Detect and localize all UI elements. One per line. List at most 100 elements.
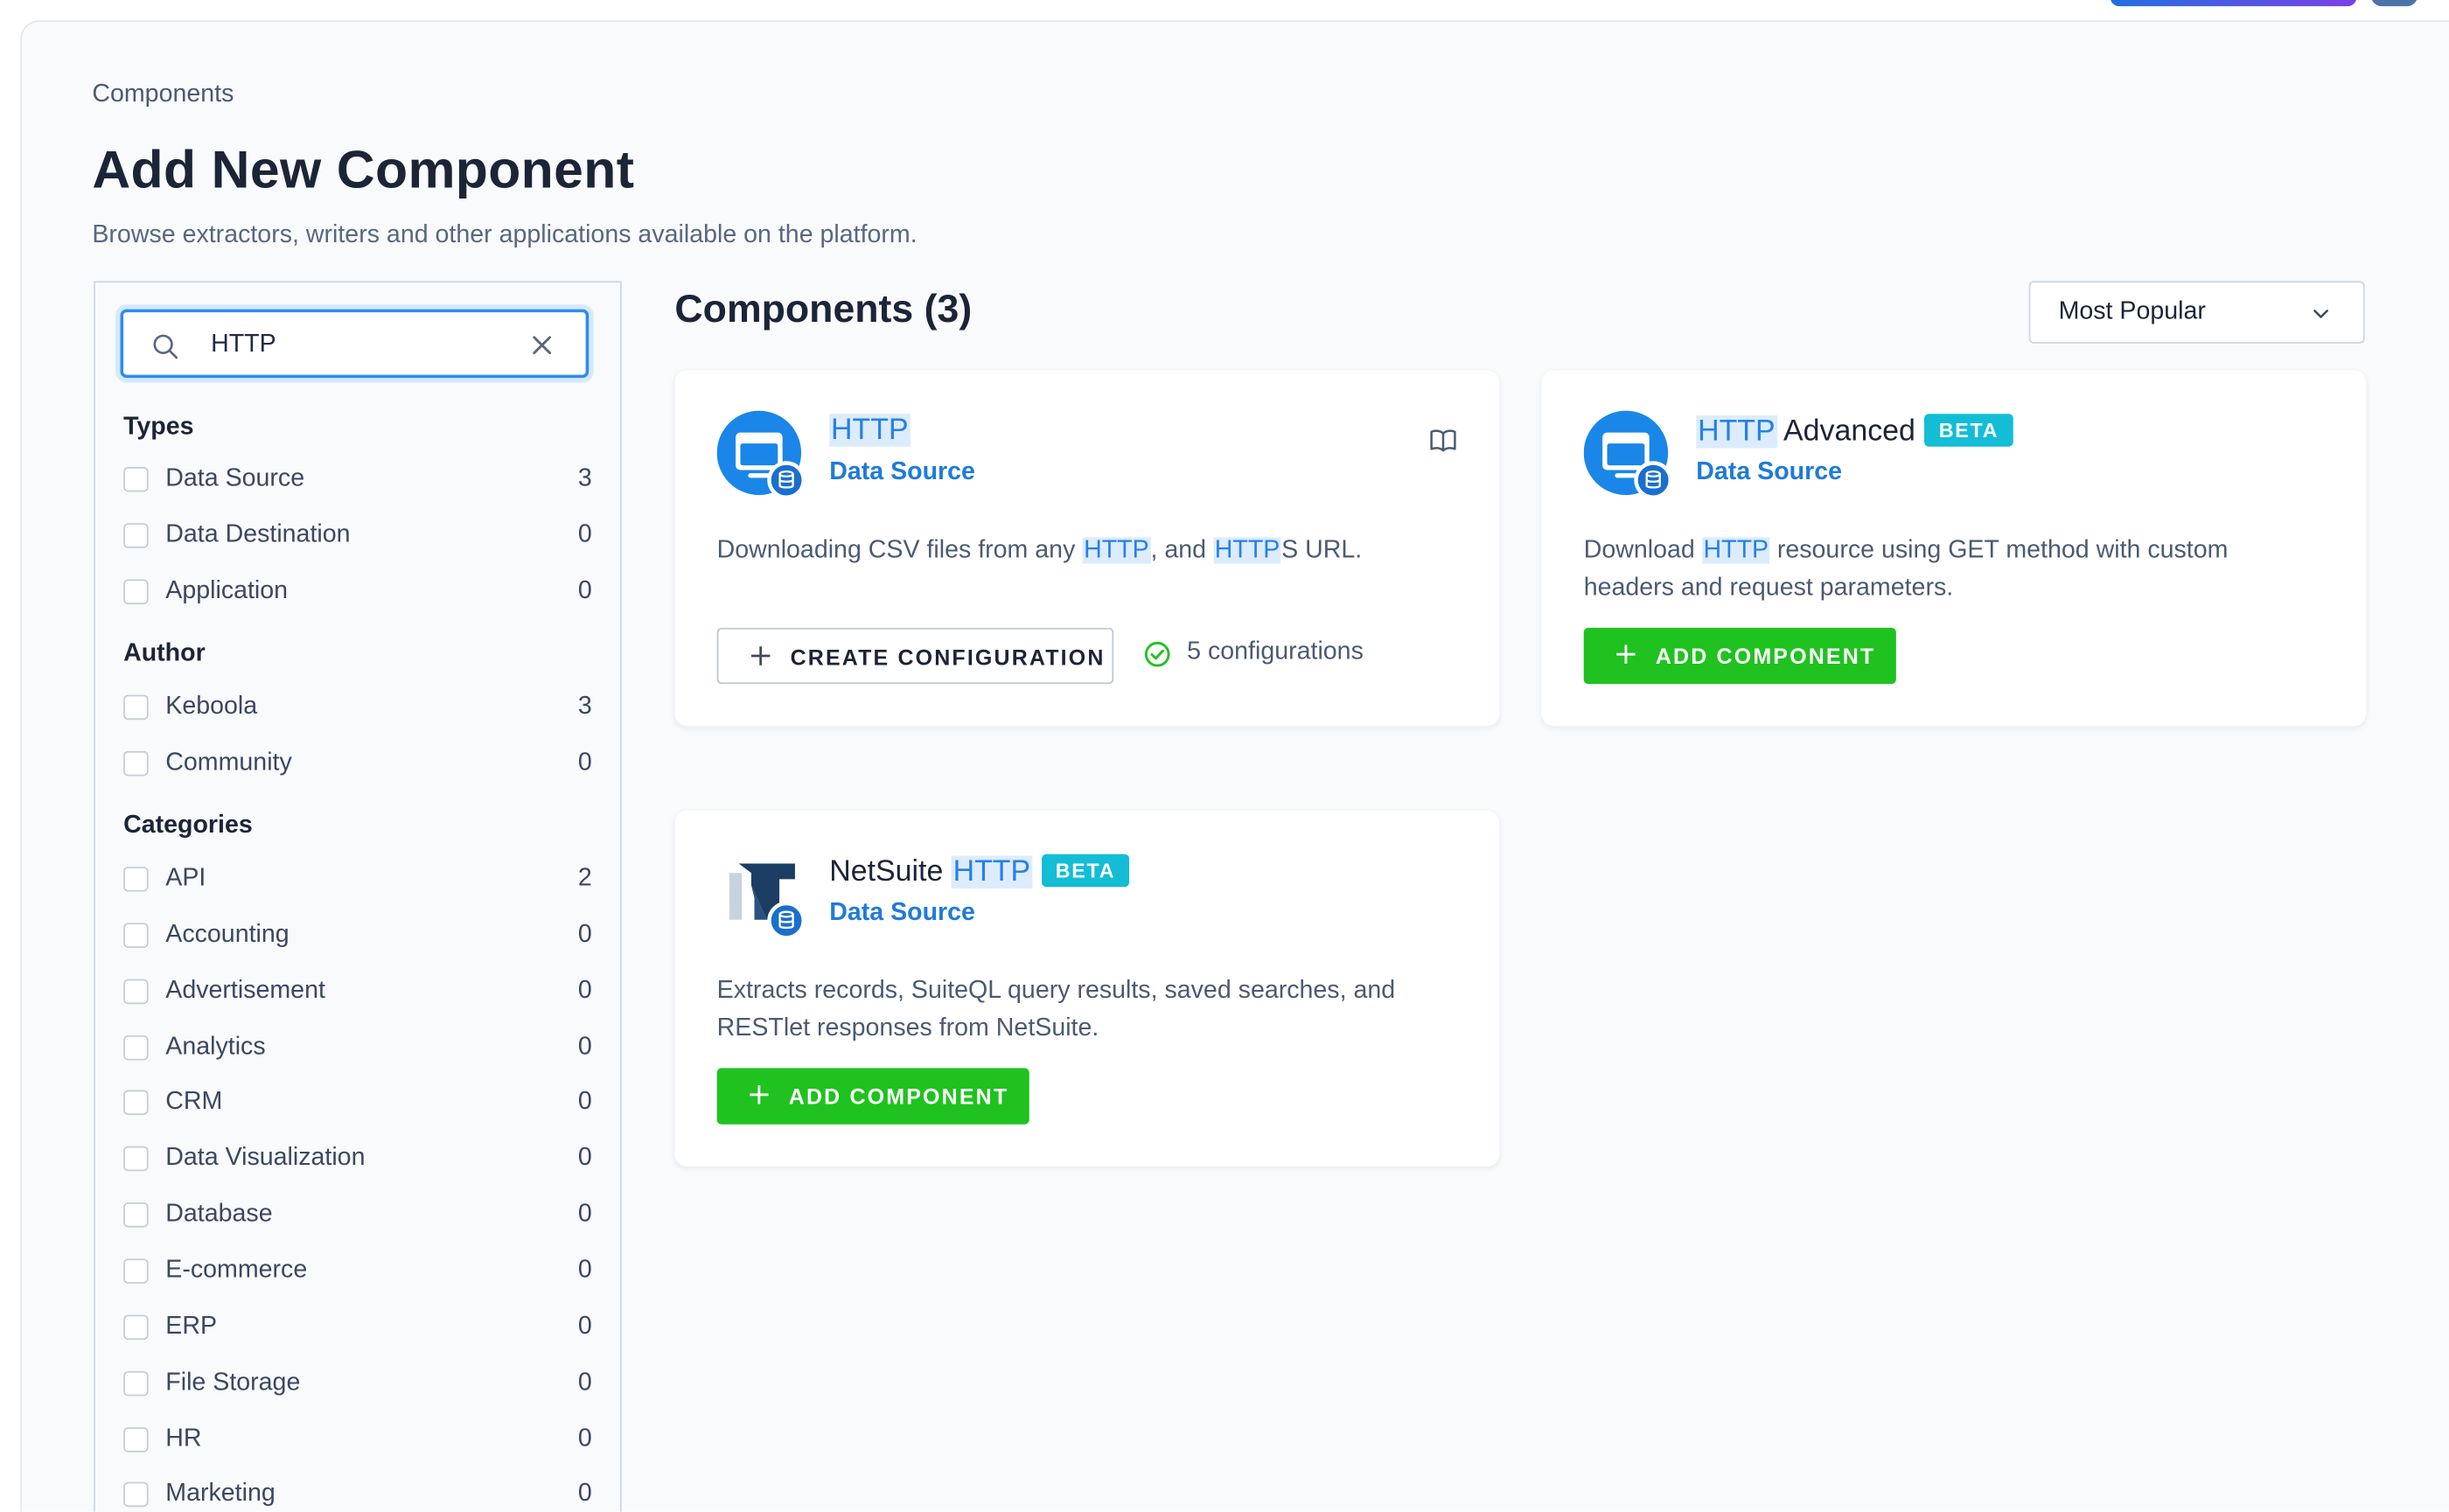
sort-select[interactable]: Most Popular xyxy=(2028,281,2365,344)
page-title: Add New Component xyxy=(92,140,635,200)
checkbox[interactable] xyxy=(123,979,149,1005)
description-highlight: HTTP xyxy=(1212,537,1282,564)
checkbox[interactable] xyxy=(123,750,149,777)
filter-item-data-visualization[interactable]: Data Visualization 0 xyxy=(123,1141,592,1179)
title-text: Advanced xyxy=(1776,415,1915,449)
filter-count: 0 xyxy=(577,977,592,1005)
filter-label: API xyxy=(165,865,206,892)
close-icon[interactable] xyxy=(529,332,555,358)
filter-label: Community xyxy=(165,749,292,777)
search-input[interactable] xyxy=(207,324,527,366)
checkbox[interactable] xyxy=(123,466,149,492)
filter-label: Database xyxy=(165,1201,273,1228)
checkbox[interactable] xyxy=(123,1370,149,1397)
add-component-button[interactable]: ADD COMPONENT xyxy=(716,1068,1029,1125)
card-title[interactable]: NetSuite HTTP BETA xyxy=(829,854,1130,890)
filter-label: Application xyxy=(165,577,289,605)
filter-count: 0 xyxy=(577,1088,592,1115)
filter-count: 0 xyxy=(577,1144,592,1172)
filter-count: 2 xyxy=(577,865,592,892)
filter-item-data-destination[interactable]: Data Destination 0 xyxy=(123,519,592,556)
checkbox[interactable] xyxy=(123,1314,149,1341)
component-card-http-advanced[interactable]: HTTP Advanced BETA Data Source Download H… xyxy=(1541,370,2367,727)
filter-count: 0 xyxy=(577,1201,592,1228)
button-label: ADD COMPONENT xyxy=(788,1083,1009,1109)
filter-count: 0 xyxy=(577,1480,592,1508)
search-field[interactable] xyxy=(120,309,590,379)
component-card-http[interactable]: HTTP Data Source Downloading CSV files f… xyxy=(674,370,1500,727)
netsuite-logo-icon xyxy=(722,854,805,939)
card-type: Data Source xyxy=(829,459,975,486)
filter-label: File Storage xyxy=(165,1369,301,1397)
filter-item-marketing[interactable]: Marketing 0 xyxy=(123,1477,592,1511)
filter-label: Data Visualization xyxy=(165,1144,366,1172)
card-title[interactable]: HTTP xyxy=(829,414,911,448)
filter-label: Analytics xyxy=(165,1034,266,1061)
breadcrumb[interactable]: Components xyxy=(92,81,234,109)
http-browser-icon xyxy=(716,410,805,498)
filter-item-file-storage[interactable]: File Storage 0 xyxy=(123,1367,592,1404)
filter-item-api[interactable]: API 2 xyxy=(123,862,592,900)
sort-value: Most Popular xyxy=(2058,298,2206,325)
beta-badge: BETA xyxy=(1924,414,2013,447)
create-configuration-button[interactable]: CREATE CONFIGURATION xyxy=(716,627,1114,685)
checkbox[interactable] xyxy=(123,694,149,721)
add-component-button[interactable]: ADD COMPONENT xyxy=(1583,627,1896,685)
filter-item-erp[interactable]: ERP 0 xyxy=(123,1310,592,1348)
title-highlight: HTTP xyxy=(1696,415,1777,449)
filter-item-database[interactable]: Database 0 xyxy=(123,1198,592,1236)
filter-count: 0 xyxy=(577,1313,592,1341)
checkbox[interactable] xyxy=(123,923,149,948)
filter-label: Accounting xyxy=(165,921,290,948)
filter-item-crm[interactable]: CRM 0 xyxy=(123,1085,592,1123)
search-icon xyxy=(153,334,178,359)
filter-item-e-commerce[interactable]: E-commerce 0 xyxy=(123,1254,592,1292)
filter-label: Data Destination xyxy=(165,521,351,548)
filter-label: Marketing xyxy=(165,1480,276,1508)
card-type: Data Source xyxy=(829,899,975,926)
filter-item-hr[interactable]: HR 0 xyxy=(123,1423,592,1460)
upgrade-button[interactable] xyxy=(2110,0,2357,7)
checkbox[interactable] xyxy=(123,1258,149,1284)
types-heading: Types xyxy=(123,414,194,441)
filter-count: 0 xyxy=(577,1034,592,1061)
checkbox[interactable] xyxy=(123,1481,149,1508)
configurations-count: 5 configurations xyxy=(1187,638,1364,665)
filter-item-analytics[interactable]: Analytics 0 xyxy=(123,1031,592,1069)
filter-count: 0 xyxy=(577,521,592,548)
plus-icon xyxy=(1616,645,1636,664)
plus-icon xyxy=(750,1085,769,1104)
page-subtitle: Browse extractors, writers and other app… xyxy=(92,221,918,248)
checkbox[interactable] xyxy=(123,1090,149,1115)
checkbox[interactable] xyxy=(123,867,149,892)
title-highlight: HTTP xyxy=(951,855,1032,889)
card-description: Downloading CSV files from any HTTP, and… xyxy=(717,533,1451,570)
card-title[interactable]: HTTP Advanced BETA xyxy=(1696,414,2013,449)
plus-icon xyxy=(750,646,771,665)
title-highlight: HTTP xyxy=(829,414,911,447)
filter-count: 3 xyxy=(577,465,592,492)
filter-label: CRM xyxy=(165,1088,223,1115)
filter-label: HR xyxy=(165,1425,202,1453)
avatar[interactable] xyxy=(2370,0,2418,7)
book-icon[interactable] xyxy=(1427,425,1459,456)
filter-item-data-source[interactable]: Data Source 3 xyxy=(123,463,592,500)
checkbox[interactable] xyxy=(123,1202,149,1228)
checkbox[interactable] xyxy=(123,1427,149,1453)
filter-item-keboola[interactable]: Keboola 3 xyxy=(123,690,592,728)
filter-count: 0 xyxy=(577,1257,592,1284)
filter-item-community[interactable]: Community 0 xyxy=(123,747,592,784)
checkbox[interactable] xyxy=(123,1035,149,1061)
checkbox[interactable] xyxy=(123,523,149,548)
checkbox[interactable] xyxy=(123,1146,149,1172)
filter-label: Advertisement xyxy=(165,977,325,1005)
component-card-netsuite-http[interactable]: NetSuite HTTP BETA Data Source Extracts r… xyxy=(674,810,1500,1167)
filter-item-accounting[interactable]: Accounting 0 xyxy=(123,918,592,956)
checkbox[interactable] xyxy=(123,579,149,605)
filter-item-application[interactable]: Application 0 xyxy=(123,575,592,612)
card-description: Download HTTP resource using GET method … xyxy=(1584,533,2318,608)
http-browser-icon xyxy=(1583,410,1671,498)
filter-count: 0 xyxy=(577,1425,592,1453)
filter-item-advertisement[interactable]: Advertisement 0 xyxy=(123,974,592,1012)
title-text: NetSuite xyxy=(829,855,952,889)
